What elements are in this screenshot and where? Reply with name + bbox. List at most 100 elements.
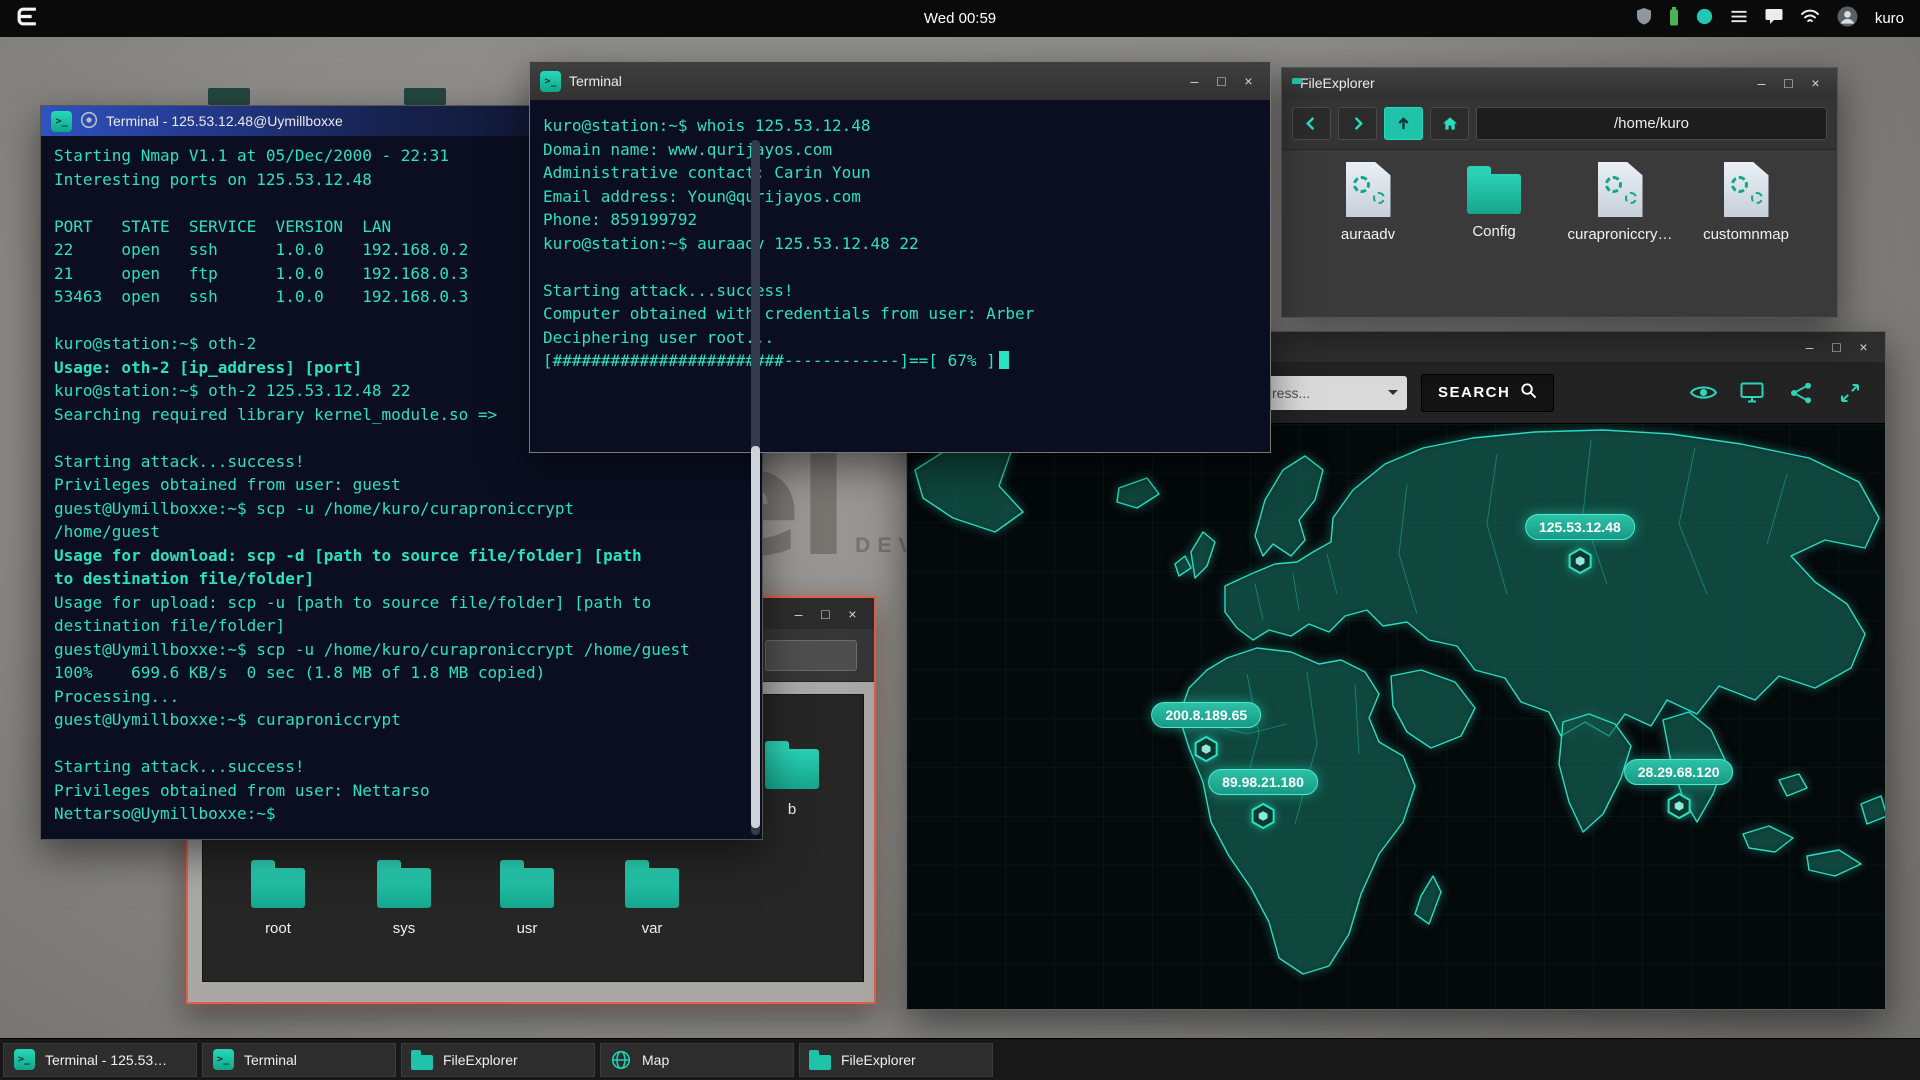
eye-icon[interactable]: [1688, 378, 1718, 408]
expand-icon[interactable]: [1835, 378, 1865, 408]
hexagon-marker-icon: [1251, 802, 1275, 830]
search-button-label: SEARCH: [1438, 384, 1511, 401]
scrollbar[interactable]: [751, 140, 760, 835]
network-orb-icon[interactable]: [1696, 8, 1713, 30]
hexagon-marker-icon: [1667, 792, 1691, 820]
close-button[interactable]: ×: [1804, 72, 1827, 94]
taskbar-item[interactable]: >_ Terminal - 125.53…: [3, 1042, 197, 1077]
close-button[interactable]: ×: [1237, 70, 1260, 92]
map-ip-label[interactable]: 28.29.68.120: [1623, 759, 1734, 785]
minimize-button[interactable]: –: [1798, 336, 1821, 358]
file-icon: [1345, 162, 1391, 217]
folder-label: b: [787, 801, 797, 818]
minimize-button[interactable]: –: [1750, 72, 1773, 94]
home-button[interactable]: [1430, 107, 1469, 140]
search-icon: [1520, 382, 1537, 403]
map-globe-icon: [610, 1049, 632, 1071]
shield-icon[interactable]: [1636, 7, 1652, 30]
map-ip-label[interactable]: 89.98.21.180: [1208, 768, 1318, 795]
maximize-button[interactable]: □: [1210, 70, 1233, 92]
world-map[interactable]: 125.53.12.48 200.8.189.65 89.98.21.180 2…: [907, 424, 1885, 1009]
folder-item[interactable]: usr: [489, 856, 565, 937]
terminal-line: to destination file/folder]: [54, 569, 315, 588]
map-ip-label[interactable]: 200.8.189.65: [1151, 702, 1262, 729]
system-topbar: Wed 00:59 kuro: [0, 0, 1920, 37]
window-titlebar[interactable]: FileExplorer – □ ×: [1282, 68, 1837, 98]
tasks-icon[interactable]: [1730, 9, 1748, 29]
desktop: el DEVELOPER – □ × b: [0, 0, 1920, 1080]
search-button[interactable]: SEARCH: [1421, 373, 1555, 412]
window-title: Terminal: [569, 73, 622, 89]
address-dropdown[interactable]: [765, 640, 857, 671]
map-ip-label[interactable]: 125.53.12.48: [1524, 514, 1635, 541]
battery-icon[interactable]: [1669, 6, 1679, 31]
terminal-window[interactable]: >_ Terminal – □ × kuro@station:~$ whois …: [529, 61, 1271, 453]
account-icon[interactable]: [1837, 6, 1858, 32]
close-button[interactable]: ×: [1852, 336, 1875, 358]
terminal-line: Starting attack...success!: [54, 757, 305, 776]
share-network-icon[interactable]: [1786, 378, 1816, 408]
window-titlebar[interactable]: >_ Terminal – □ ×: [530, 62, 1270, 100]
scrollbar-thumb[interactable]: [751, 445, 760, 829]
file-item[interactable]: Config: [1434, 162, 1554, 243]
taskbar-item[interactable]: >_ Terminal: [202, 1042, 396, 1077]
terminal-line: Starting attack...success!: [543, 280, 794, 300]
map-ip-pin[interactable]: 200.8.189.65: [1151, 702, 1262, 763]
minimize-button[interactable]: –: [1183, 70, 1206, 92]
terminal-line: Email address: Youn@qurijayos.com: [543, 186, 861, 206]
terminal-output[interactable]: kuro@station:~$ whois 125.53.12.48 Domain…: [530, 100, 1270, 452]
folder-icon: [1467, 166, 1521, 214]
ta skbar-item-label: Terminal - 125.53…: [45, 1051, 168, 1068]
file-icon: [1597, 162, 1643, 217]
file-icon: [1723, 162, 1769, 217]
terminal-line: Processing...: [54, 686, 180, 706]
close-button[interactable]: ×: [841, 603, 864, 625]
screen-share-icon[interactable]: [1737, 378, 1767, 408]
map-ip-pin[interactable]: 89.98.21.180: [1208, 768, 1318, 830]
terminal-line: Domain name: www.qurijayos.com: [543, 139, 832, 159]
clock: Wed 00:59: [923, 10, 997, 27]
maximize-button[interactable]: □: [1777, 72, 1800, 94]
back-button[interactable]: [1292, 107, 1331, 140]
hexagon-marker-icon: [1568, 548, 1592, 575]
minimize-button[interactable]: –: [787, 603, 810, 625]
taskbar-item[interactable]: >_ FileExplorer: [799, 1042, 993, 1077]
maximize-button[interactable]: □: [814, 603, 837, 625]
terminal-line: Privileges obtained from user: guest: [54, 475, 401, 494]
folder-label: sys: [392, 920, 416, 937]
chat-icon[interactable]: [1765, 8, 1783, 30]
file-item[interactable]: curaproniccry…: [1560, 162, 1680, 243]
file-item[interactable]: customnmap: [1686, 162, 1806, 243]
taskbar-item[interactable]: >_ Map: [600, 1042, 794, 1077]
file-item[interactable]: auraadv: [1308, 162, 1428, 243]
folder-item[interactable]: sys: [366, 856, 442, 937]
ta skbar-item-label: Map: [642, 1051, 670, 1068]
fileexplorer-window[interactable]: FileExplorer – □ × /home/kuro auraadv Co…: [1281, 67, 1838, 318]
terminal-icon: >_: [13, 1049, 35, 1071]
forward-button[interactable]: [1338, 107, 1377, 140]
folder-item[interactable]: b: [754, 737, 830, 818]
explorer-toolbar: /home/kuro: [1282, 98, 1837, 150]
terminal-line: kuro@station:~$ auraadv 125.53.12.48 22: [543, 233, 919, 253]
terminal-icon: >_: [212, 1049, 234, 1071]
folder-icon: [625, 860, 679, 908]
taskbar-item[interactable]: >_ FileExplorer: [401, 1042, 595, 1077]
map-ip-pin[interactable]: 28.29.68.120: [1623, 759, 1734, 820]
maximize-button[interactable]: □: [1825, 336, 1848, 358]
path-field[interactable]: /home/kuro: [1476, 107, 1827, 140]
system-logo: [16, 5, 39, 33]
wifi-icon[interactable]: [1800, 8, 1820, 29]
up-button[interactable]: [1384, 107, 1423, 140]
terminal-line: Computer obtained with credentials from …: [543, 304, 1035, 323]
terminal-line: Administrative contact: Carin Youn: [543, 163, 871, 182]
ta skbar-item-label: Terminal: [244, 1051, 297, 1068]
folder-item[interactable]: root: [240, 856, 316, 937]
map-window[interactable]: – □ × IP Address... SEARCH: [906, 331, 1886, 1010]
folder-item[interactable]: var: [614, 856, 690, 937]
map-ip-pin[interactable]: 125.53.12.48: [1524, 514, 1635, 575]
username[interactable]: kuro: [1875, 10, 1904, 27]
terminal-line: Deciphering user root...: [543, 327, 775, 347]
folder-label: var: [641, 920, 663, 937]
remote-connection-icon: [80, 111, 98, 132]
